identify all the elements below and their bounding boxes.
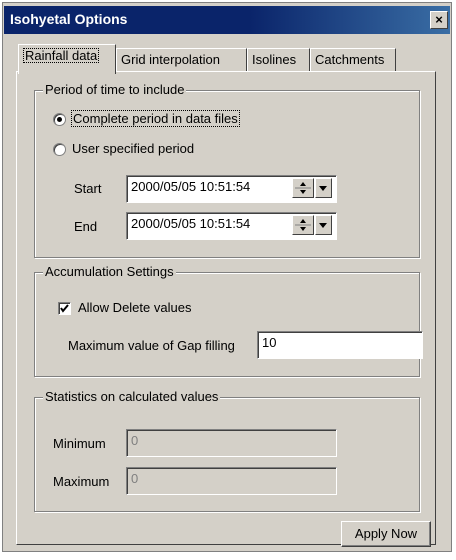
accumulation-group: Accumulation Settings Allow Delete value… xyxy=(34,264,423,377)
chevron-down-icon xyxy=(319,223,327,228)
close-icon: × xyxy=(435,12,443,27)
tab-label: Catchments xyxy=(315,52,385,67)
maximum-label: Maximum xyxy=(53,474,110,489)
end-label: End xyxy=(74,219,98,234)
maximum-value: 0 xyxy=(131,471,139,486)
minimum-field: 0 xyxy=(126,429,337,457)
tab-label: Isolines xyxy=(252,52,297,67)
tab-isolines[interactable]: Isolines xyxy=(247,48,310,72)
chevron-down-icon xyxy=(319,186,327,191)
checkmark-icon xyxy=(60,304,69,313)
complete-period-label[interactable]: Complete period in data files xyxy=(71,110,240,127)
minimum-label: Minimum xyxy=(53,436,106,451)
end-dropdown-button[interactable] xyxy=(315,215,332,235)
user-period-radio[interactable] xyxy=(53,143,66,156)
allow-delete-checkbox[interactable] xyxy=(58,302,71,315)
gap-filling-input[interactable]: 10 xyxy=(257,331,423,359)
period-legend: Period of time to include xyxy=(43,82,187,97)
maximum-field: 0 xyxy=(126,467,337,495)
start-datetime-picker[interactable]: 2000/05/05 10:51:54 xyxy=(126,175,337,203)
apply-now-label: Apply Now xyxy=(354,526,418,541)
period-group: Period of time to include Complete perio… xyxy=(34,82,420,258)
tab-rainfall-data[interactable]: Rainfall data xyxy=(18,44,116,74)
start-spin-button[interactable] xyxy=(292,178,314,198)
tab-label: Grid interpolation xyxy=(121,52,220,67)
complete-period-radio[interactable] xyxy=(53,113,66,126)
tab-grid-interpolation[interactable]: Grid interpolation xyxy=(116,48,247,72)
window-title: Isohyetal Options xyxy=(10,11,128,27)
minimum-value: 0 xyxy=(131,433,139,448)
statistics-group: Statistics on calculated values Minimum … xyxy=(34,389,420,512)
gap-filling-value: 10 xyxy=(262,335,277,350)
spin-arrows-icon xyxy=(295,219,311,231)
user-period-label[interactable]: User specified period xyxy=(72,141,194,156)
start-dropdown-button[interactable] xyxy=(315,178,332,198)
tab-panel-rainfall-data: Period of time to include Complete perio… xyxy=(16,71,436,545)
radio-selected-dot xyxy=(57,117,62,122)
tab-label: Rainfall data xyxy=(23,48,100,63)
gap-filling-label: Maximum value of Gap filling xyxy=(68,338,235,353)
allow-delete-label[interactable]: Allow Delete values xyxy=(78,300,191,315)
accumulation-legend: Accumulation Settings xyxy=(43,264,176,279)
start-datetime-value: 2000/05/05 10:51:54 xyxy=(131,179,251,194)
close-button[interactable]: × xyxy=(430,11,448,29)
apply-now-button[interactable]: Apply Now xyxy=(341,521,431,547)
spin-arrows-icon xyxy=(295,182,311,194)
title-bar[interactable]: Isohyetal Options × xyxy=(4,6,450,34)
statistics-legend: Statistics on calculated values xyxy=(43,389,221,404)
end-datetime-value: 2000/05/05 10:51:54 xyxy=(131,216,251,231)
end-spin-button[interactable] xyxy=(292,215,314,235)
end-datetime-picker[interactable]: 2000/05/05 10:51:54 xyxy=(126,212,337,240)
start-label: Start xyxy=(74,181,102,196)
tab-catchments[interactable]: Catchments xyxy=(310,48,396,72)
